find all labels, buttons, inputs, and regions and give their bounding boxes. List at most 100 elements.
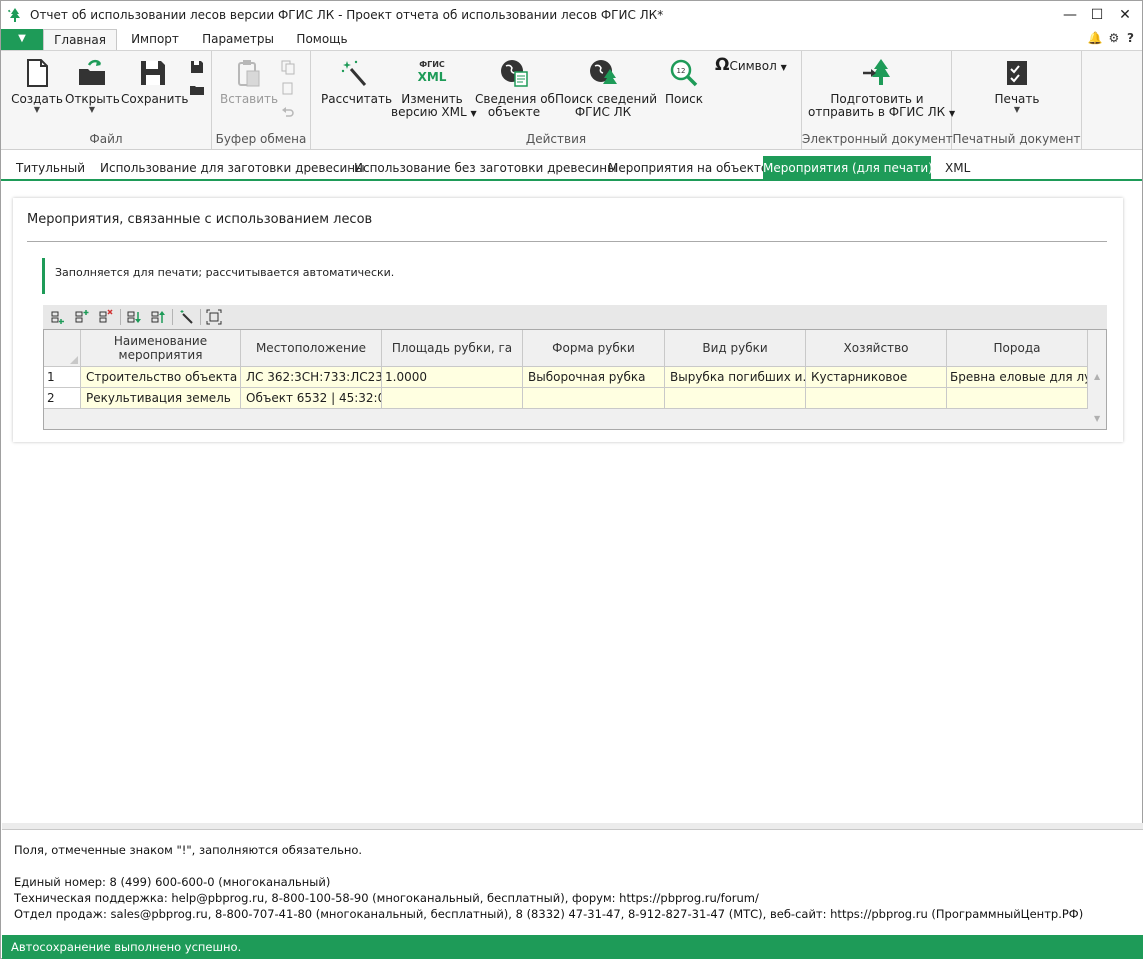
row-number[interactable]: 2 [44, 388, 81, 409]
grid-cell[interactable] [806, 388, 947, 409]
app-window: Отчет об использовании лесов версии ФГИС… [0, 0, 1143, 959]
scroll-up-icon[interactable]: ▲ [1094, 372, 1100, 381]
add-row-icon[interactable] [50, 309, 66, 325]
note-marker [42, 258, 45, 294]
grid-cell[interactable]: Бревна еловые для лу… [947, 367, 1088, 388]
insert-row-icon[interactable] [74, 309, 90, 325]
column-header[interactable]: Порода [947, 330, 1088, 367]
tree-send-icon [863, 59, 890, 85]
group-label-actions: Действия [525, 132, 587, 146]
minimize-button[interactable]: — [1059, 5, 1081, 27]
toolbar-separator [172, 309, 173, 325]
panel-title: Мероприятия, связанные с использованием … [27, 212, 373, 227]
column-header[interactable]: Наименование мероприятия [81, 330, 241, 367]
file-menu-button[interactable]: ▼ [1, 29, 43, 50]
row-number[interactable]: 1 [44, 367, 81, 388]
support-info: Техническая поддержка: help@pbprog.ru, 8… [14, 891, 759, 905]
magic-wand-small-icon[interactable] [178, 309, 194, 325]
tab-params[interactable]: Параметры [195, 29, 281, 50]
search-fgis-button[interactable]: Поиск сведений ФГИС ЛК [555, 57, 657, 119]
ribbon-right-icons: 🔔 ⚙ ? [1088, 31, 1134, 45]
floppy-disk-icon [141, 61, 165, 85]
grid-cell[interactable] [523, 388, 665, 409]
tab-timber-harvesting[interactable]: Использование для заготовки древесины [100, 156, 365, 180]
divider [27, 241, 1107, 242]
tab-home[interactable]: Главная [43, 29, 117, 51]
column-header[interactable]: Форма рубки [523, 330, 665, 367]
save-as-icon[interactable] [189, 59, 205, 75]
toolbar-separator [120, 309, 121, 325]
grid-cell[interactable] [665, 388, 806, 409]
svg-text:12: 12 [677, 67, 686, 75]
scroll-down-icon[interactable]: ▼ [1094, 414, 1100, 423]
search-button[interactable]: 12 Поиск [657, 57, 711, 106]
column-header[interactable]: Хозяйство [806, 330, 947, 367]
grid-cell[interactable] [382, 388, 523, 409]
omega-icon: Ω [715, 55, 730, 75]
grid-cell[interactable]: ЛС 362:3СН:733:ЛС234… [241, 367, 382, 388]
cut-icon[interactable] [280, 81, 296, 97]
change-xml-version-button[interactable]: ФГИС XML Изменить версию XML ▼ [391, 57, 477, 120]
ribbon-group-print: Печать ▼ Печатный документ [952, 51, 1082, 149]
print-document-icon [1007, 61, 1027, 85]
delete-row-icon[interactable] [98, 309, 114, 325]
activities-grid: Наименование мероприятия Местоположение … [43, 329, 1107, 430]
symbol-button[interactable]: ΩСимвол ▼ [715, 57, 793, 74]
tab-without-harvesting[interactable]: Использование без заготовки древесины [354, 156, 617, 180]
prepare-send-button[interactable]: Подготовить и отправить в ФГИС ЛК ▼ [808, 57, 955, 120]
grid-cell[interactable]: 1.0000 [382, 367, 523, 388]
group-label-edoc: Электронный документ [802, 132, 953, 146]
tab-object-activities[interactable]: Мероприятия на объекте [608, 156, 768, 180]
fit-columns-icon[interactable] [206, 309, 222, 325]
column-header[interactable]: Площадь рубки, га [382, 330, 523, 367]
clipboard-paste-icon [238, 60, 260, 87]
help-icon[interactable]: ? [1127, 31, 1134, 45]
select-all-icon[interactable] [70, 356, 78, 364]
close-button[interactable]: ✕ [1114, 5, 1136, 27]
save-button[interactable]: Сохранить [121, 57, 189, 106]
calculate-button[interactable]: Рассчитать [321, 57, 392, 106]
grid-cell[interactable]: Кустарниковое [806, 367, 947, 388]
tab-xml[interactable]: XML [945, 156, 970, 180]
globe-document-icon [501, 60, 528, 87]
info-footer: Поля, отмеченные знаком "!", заполняются… [2, 829, 1143, 935]
grid-cell[interactable]: Выборочная рубка [523, 367, 665, 388]
search-icon: 12 [670, 59, 698, 87]
corner-cell [44, 330, 81, 367]
grid-cell[interactable] [947, 388, 1088, 409]
phone-info: Единый номер: 8 (499) 600-600-0 (многока… [14, 875, 331, 889]
fgis-xml-icon: ФГИС XML [417, 60, 447, 84]
column-header[interactable]: Местоположение [241, 330, 382, 367]
grid-cell[interactable]: Вырубка погибших и… [665, 367, 806, 388]
paste-button[interactable]: Вставить [220, 57, 278, 106]
title-bar: Отчет об использовании лесов версии ФГИС… [1, 1, 1142, 29]
move-down-icon[interactable] [126, 309, 142, 325]
column-header[interactable]: Вид рубки [665, 330, 806, 367]
grid-cell[interactable]: Строительство объекта [81, 367, 241, 388]
create-button[interactable]: Создать ▼ [11, 57, 63, 114]
move-up-icon[interactable] [150, 309, 166, 325]
open-file-small-icon[interactable] [189, 81, 205, 97]
ribbon: Создать ▼ Открыть ▼ Сохранить Файл Встав… [1, 50, 1142, 150]
ribbon-group-clipboard: Вставить Буфер обмена [212, 51, 311, 149]
tab-title-page[interactable]: Титульный [16, 156, 85, 180]
ribbon-group-edoc: Подготовить и отправить в ФГИС ЛК ▼ Элек… [802, 51, 955, 149]
bell-icon[interactable]: 🔔 [1088, 31, 1103, 45]
grid-toolbar [43, 305, 1107, 329]
grid-vertical-scrollbar[interactable]: ▲ ▼ [1090, 330, 1106, 429]
print-button[interactable]: Печать ▼ [982, 57, 1052, 114]
group-label-print: Печатный документ [952, 132, 1081, 146]
open-button[interactable]: Открыть ▼ [65, 57, 120, 114]
tab-activities-print[interactable]: Мероприятия (для печати) [763, 156, 933, 180]
gear-icon[interactable]: ⚙ [1108, 31, 1119, 45]
grid-cell[interactable]: Объект 6532 | 45:32:06… [241, 388, 382, 409]
tab-import[interactable]: Импорт [121, 29, 189, 50]
tab-help[interactable]: Помощь [287, 29, 357, 50]
activities-panel: Мероприятия, связанные с использованием … [13, 198, 1123, 442]
grid-cell[interactable]: Рекультивация земель [81, 388, 241, 409]
object-info-button[interactable]: Сведения об объекте [475, 57, 555, 119]
copy-icon[interactable] [280, 59, 296, 75]
group-label-file: Файл [89, 132, 123, 146]
undo-icon[interactable] [280, 103, 296, 119]
maximize-button[interactable]: ☐ [1086, 5, 1108, 27]
